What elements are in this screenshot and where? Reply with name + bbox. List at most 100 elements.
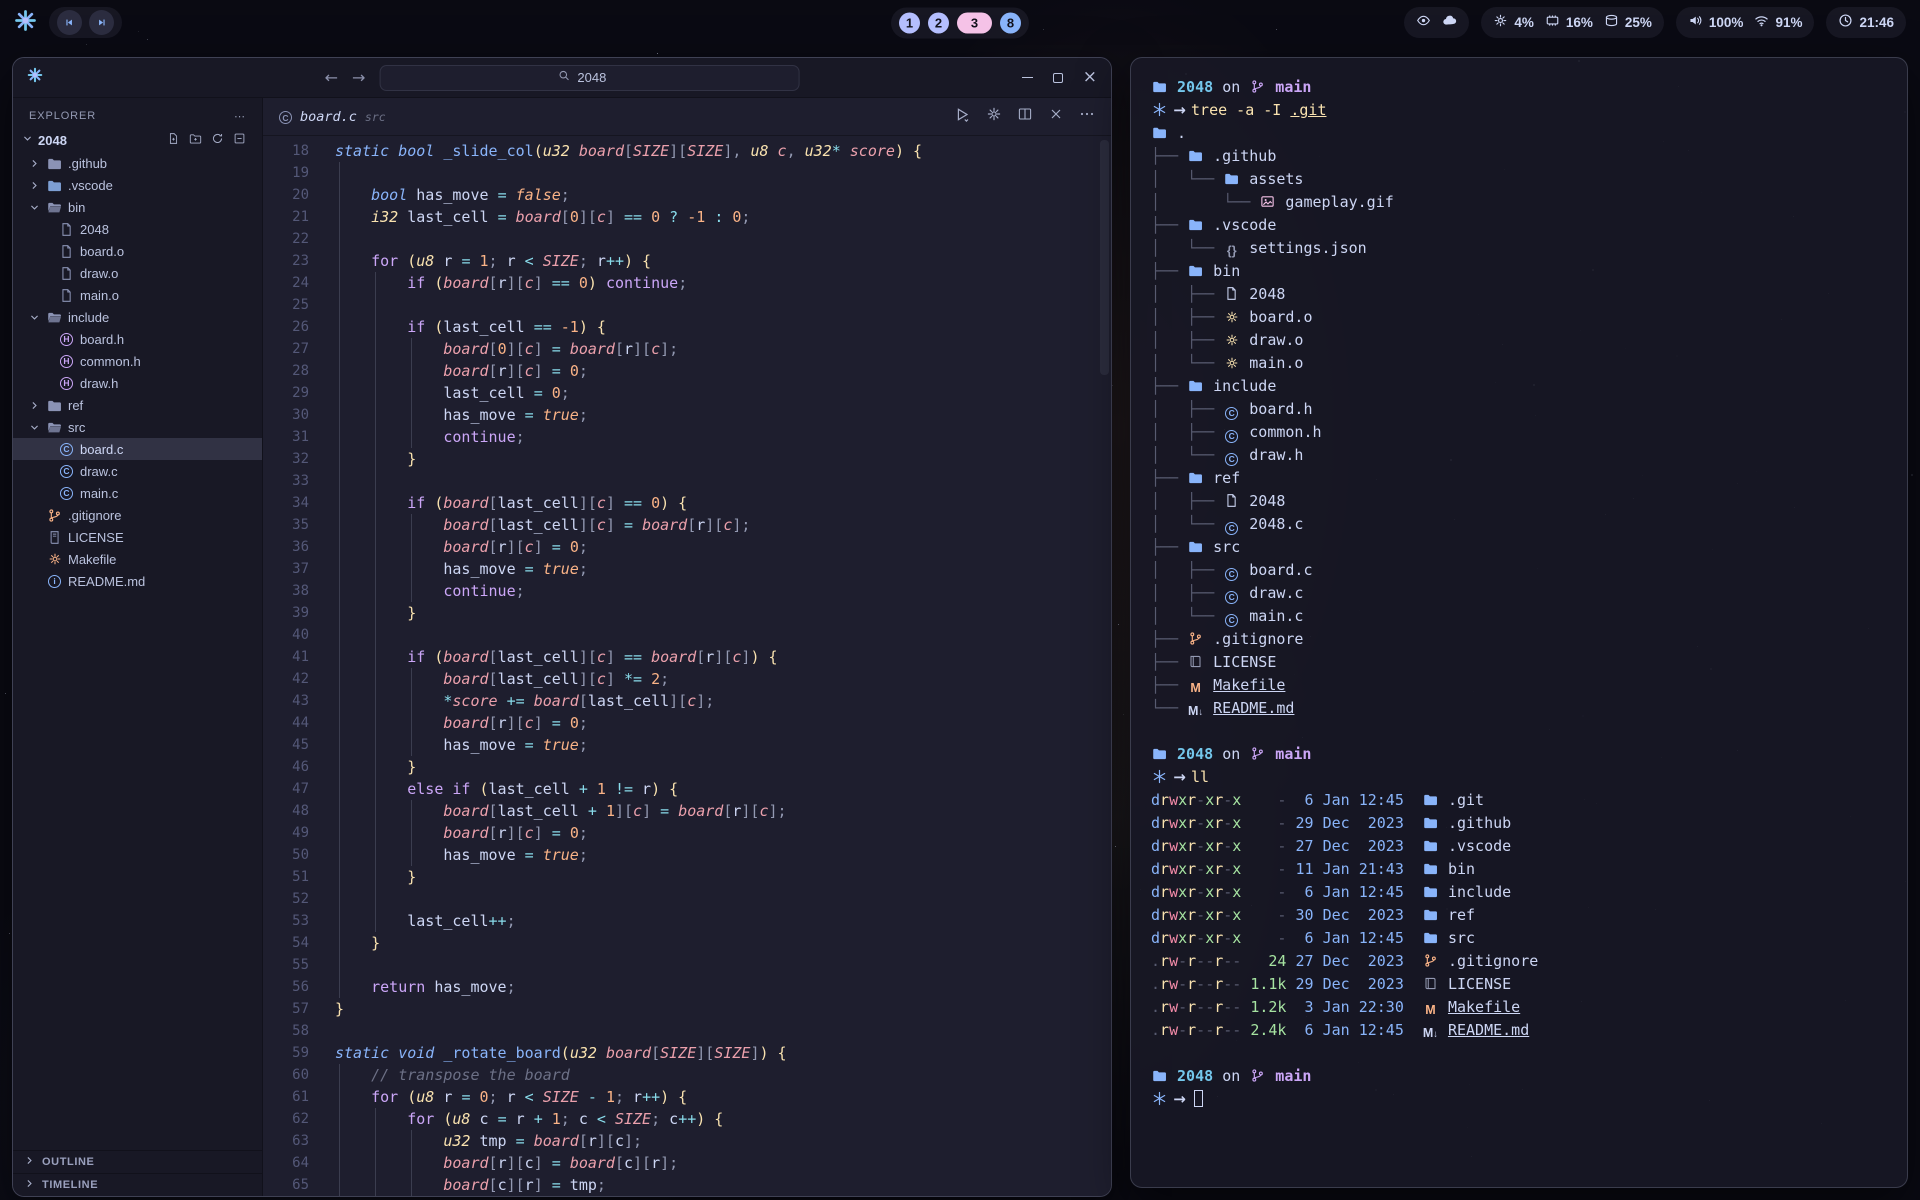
code-line-31[interactable]: 31 continue; xyxy=(263,426,1111,448)
code-line-60[interactable]: 60 // transpose the board xyxy=(263,1064,1111,1086)
explorer-item-bin[interactable]: bin xyxy=(13,196,262,218)
workspace-1[interactable]: 1 xyxy=(899,12,920,33)
code-line-19[interactable]: 19 xyxy=(263,162,1111,184)
collapse-all-icon[interactable] xyxy=(233,132,246,148)
code-line-52[interactable]: 52 xyxy=(263,888,1111,910)
distro-logo-icon[interactable] xyxy=(14,9,37,37)
code-editor[interactable]: 18static bool _slide_col(u32 board[SIZE]… xyxy=(263,136,1111,1196)
media-next-button[interactable] xyxy=(89,10,114,35)
minimize-button[interactable] xyxy=(1022,77,1033,79)
code-line-53[interactable]: 53 last_cell++; xyxy=(263,910,1111,932)
code-line-42[interactable]: 42 board[last_cell][c] *= 2; xyxy=(263,668,1111,690)
code-line-22[interactable]: 22 xyxy=(263,228,1111,250)
terminal-content[interactable]: 2048 on main → tree -a -I .git .├── .git… xyxy=(1151,76,1887,1111)
maximize-button[interactable] xyxy=(1053,73,1063,83)
code-line-47[interactable]: 47 else if (last_cell + 1 != r) { xyxy=(263,778,1111,800)
code-line-32[interactable]: 32 } xyxy=(263,448,1111,470)
code-line-54[interactable]: 54 } xyxy=(263,932,1111,954)
code-line-63[interactable]: 63 u32 tmp = board[r][c]; xyxy=(263,1130,1111,1152)
explorer-item-src[interactable]: src xyxy=(13,416,262,438)
code-line-33[interactable]: 33 xyxy=(263,470,1111,492)
code-line-25[interactable]: 25 xyxy=(263,294,1111,316)
explorer-item-main.o[interactable]: main.o xyxy=(13,284,262,306)
code-line-58[interactable]: 58 xyxy=(263,1020,1111,1042)
nav-forward-icon[interactable]: → xyxy=(352,68,365,87)
code-line-28[interactable]: 28 board[r][c] = 0; xyxy=(263,360,1111,382)
audio-network[interactable]: 100% 91% xyxy=(1676,7,1815,38)
code-line-64[interactable]: 64 board[r][c] = board[c][r]; xyxy=(263,1152,1111,1174)
media-prev-button[interactable] xyxy=(57,10,82,35)
tab-board-c[interactable]: C board.c src xyxy=(263,98,402,135)
refresh-icon[interactable] xyxy=(211,132,224,148)
screen-widgets[interactable] xyxy=(1404,7,1469,38)
explorer-item-draw.c[interactable]: Cdraw.c xyxy=(13,460,262,482)
code-line-44[interactable]: 44 board[r][c] = 0; xyxy=(263,712,1111,734)
more-actions-icon[interactable] xyxy=(1079,106,1095,127)
run-button-icon[interactable] xyxy=(954,106,971,128)
system-stats[interactable]: 4% 16% 25% xyxy=(1481,7,1664,38)
close-editor-icon[interactable] xyxy=(1048,106,1064,127)
code-line-30[interactable]: 30 has_move = true; xyxy=(263,404,1111,426)
explorer-item-README.md[interactable]: iREADME.md xyxy=(13,570,262,592)
explorer-item-2048[interactable]: 2048 xyxy=(13,218,262,240)
clock-widget[interactable]: 21:46 xyxy=(1826,7,1906,38)
code-line-37[interactable]: 37 has_move = true; xyxy=(263,558,1111,580)
explorer-item-draw.h[interactable]: Hdraw.h xyxy=(13,372,262,394)
code-line-20[interactable]: 20 bool has_move = false; xyxy=(263,184,1111,206)
explorer-item-ref[interactable]: ref xyxy=(13,394,262,416)
new-folder-icon[interactable] xyxy=(189,132,202,148)
code-line-49[interactable]: 49 board[r][c] = 0; xyxy=(263,822,1111,844)
nav-back-icon[interactable]: ← xyxy=(325,68,338,87)
new-file-icon[interactable] xyxy=(167,132,180,148)
code-line-29[interactable]: 29 last_cell = 0; xyxy=(263,382,1111,404)
editor-scrollbar[interactable] xyxy=(1100,140,1109,375)
code-line-23[interactable]: 23 for (u8 r = 1; r < SIZE; r++) { xyxy=(263,250,1111,272)
code-line-57[interactable]: 57} xyxy=(263,998,1111,1020)
explorer-item-board.o[interactable]: board.o xyxy=(13,240,262,262)
code-line-35[interactable]: 35 board[last_cell][c] = board[r][c]; xyxy=(263,514,1111,536)
explorer-item-draw.o[interactable]: draw.o xyxy=(13,262,262,284)
split-editor-icon[interactable] xyxy=(1017,106,1033,127)
code-line-45[interactable]: 45 has_move = true; xyxy=(263,734,1111,756)
code-line-46[interactable]: 46 } xyxy=(263,756,1111,778)
command-center-search[interactable] xyxy=(379,65,799,91)
code-line-65[interactable]: 65 board[c][r] = tmp; xyxy=(263,1174,1111,1196)
code-line-27[interactable]: 27 board[0][c] = board[r][c]; xyxy=(263,338,1111,360)
code-line-59[interactable]: 59static void _rotate_board(u32 board[SI… xyxy=(263,1042,1111,1064)
code-line-43[interactable]: 43 *score += board[last_cell][c]; xyxy=(263,690,1111,712)
explorer-root[interactable]: 2048 xyxy=(13,128,262,152)
workspace-3[interactable]: 3 xyxy=(957,12,992,33)
panel-timeline[interactable]: TIMELINE xyxy=(13,1173,262,1196)
code-line-41[interactable]: 41 if (board[last_cell][c] == board[r][c… xyxy=(263,646,1111,668)
explorer-item-Makefile[interactable]: Makefile xyxy=(13,548,262,570)
code-line-38[interactable]: 38 continue; xyxy=(263,580,1111,602)
explorer-item-board.h[interactable]: Hboard.h xyxy=(13,328,262,350)
code-line-51[interactable]: 51 } xyxy=(263,866,1111,888)
code-line-24[interactable]: 24 if (board[r][c] == 0) continue; xyxy=(263,272,1111,294)
code-line-40[interactable]: 40 xyxy=(263,624,1111,646)
gear-icon[interactable] xyxy=(986,106,1002,127)
panel-outline[interactable]: OUTLINE xyxy=(13,1150,262,1173)
code-line-21[interactable]: 21 i32 last_cell = board[0][c] == 0 ? -1… xyxy=(263,206,1111,228)
explorer-item-main.c[interactable]: Cmain.c xyxy=(13,482,262,504)
explorer-item-.vscode[interactable]: .vscode xyxy=(13,174,262,196)
explorer-item-LICENSE[interactable]: LICENSE xyxy=(13,526,262,548)
workspace-2[interactable]: 2 xyxy=(928,12,949,33)
explorer-item-board.c[interactable]: Cboard.c xyxy=(13,438,262,460)
code-line-34[interactable]: 34 if (board[last_cell][c] == 0) { xyxy=(263,492,1111,514)
code-line-39[interactable]: 39 } xyxy=(263,602,1111,624)
code-line-36[interactable]: 36 board[r][c] = 0; xyxy=(263,536,1111,558)
close-button[interactable]: × xyxy=(1083,69,1097,86)
search-input[interactable] xyxy=(577,70,621,85)
explorer-more-icon[interactable]: ⋯ xyxy=(234,110,246,123)
code-line-61[interactable]: 61 for (u8 r = 0; r < SIZE - 1; r++) { xyxy=(263,1086,1111,1108)
explorer-item-include[interactable]: include xyxy=(13,306,262,328)
code-line-62[interactable]: 62 for (u8 c = r + 1; c < SIZE; c++) { xyxy=(263,1108,1111,1130)
workspace-8[interactable]: 8 xyxy=(1000,12,1021,33)
explorer-item-.github[interactable]: .github xyxy=(13,152,262,174)
code-line-50[interactable]: 50 has_move = true; xyxy=(263,844,1111,866)
code-line-56[interactable]: 56 return has_move; xyxy=(263,976,1111,998)
code-line-18[interactable]: 18static bool _slide_col(u32 board[SIZE]… xyxy=(263,140,1111,162)
code-line-48[interactable]: 48 board[last_cell + 1][c] = board[r][c]… xyxy=(263,800,1111,822)
code-line-26[interactable]: 26 if (last_cell == -1) { xyxy=(263,316,1111,338)
